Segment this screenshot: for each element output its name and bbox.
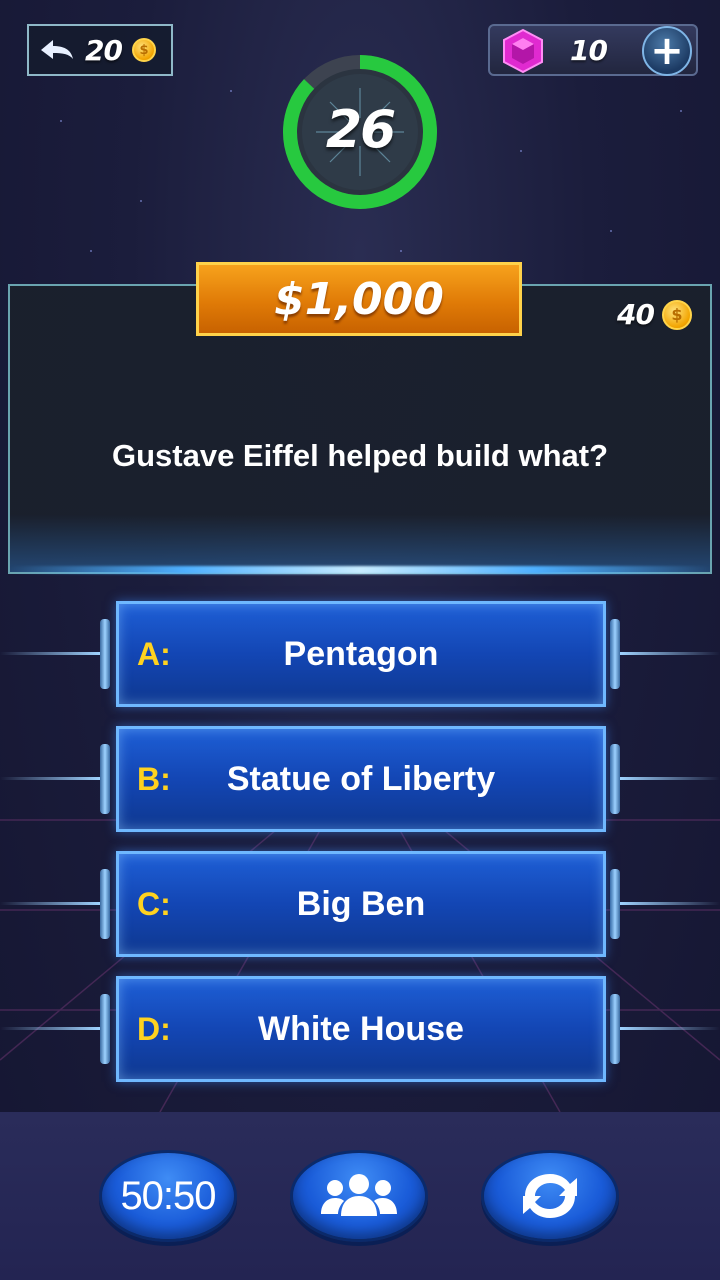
answer-option-a[interactable]: Pentagon A: — [116, 601, 606, 707]
add-gems-button[interactable]: + — [642, 26, 692, 76]
answer-letter: A: — [137, 635, 171, 672]
switch-question-button[interactable] — [481, 1150, 619, 1242]
answer-cap-right — [610, 619, 620, 689]
gem-icon — [503, 28, 543, 74]
answer-connector-left — [0, 777, 100, 780]
coin-reward-value: 40 — [617, 298, 655, 331]
plus-icon: + — [650, 28, 684, 74]
answer-cap-left — [100, 994, 110, 1064]
gem-counter: 10 + — [488, 24, 698, 76]
back-coins-button[interactable]: 20 $ — [27, 24, 173, 76]
fifty-fifty-label: 50:50 — [120, 1173, 216, 1218]
answer-cap-right — [610, 869, 620, 939]
coin-icon: $ — [662, 299, 692, 330]
answer-letter: C: — [137, 885, 171, 922]
answer-cap-left — [100, 869, 110, 939]
timer-seconds: 26 — [325, 100, 396, 160]
answer-connector-left — [0, 1027, 100, 1030]
answer-connector-right — [620, 777, 720, 780]
answer-connector-right — [620, 902, 720, 905]
answer-connector-right — [620, 1027, 720, 1030]
answer-connector-left — [0, 902, 100, 905]
gem-count: 10 — [570, 34, 608, 67]
answer-cap-left — [100, 744, 110, 814]
switch-question-icon — [523, 1174, 577, 1218]
prize-banner: $1,000 — [196, 262, 522, 336]
audience-icon — [321, 1174, 397, 1216]
answer-cap-right — [610, 994, 620, 1064]
prize-amount: $1,000 — [274, 273, 444, 325]
back-coin-count: 20 — [85, 33, 123, 67]
ask-audience-button[interactable] — [290, 1150, 428, 1242]
answer-text: White House — [258, 1009, 464, 1048]
answer-text: Statue of Liberty — [226, 759, 496, 798]
answer-letter: D: — [137, 1010, 171, 1047]
countdown-timer: 26 — [276, 48, 444, 216]
answer-text: Big Ben — [296, 884, 426, 923]
answer-option-b[interactable]: Statue of Liberty B: — [116, 726, 606, 832]
answer-connector-right — [620, 652, 720, 655]
answer-option-d[interactable]: White House D: — [116, 976, 606, 1082]
panel-glow — [10, 566, 710, 574]
answer-connector-left — [0, 652, 100, 655]
answer-text: Pentagon — [283, 634, 439, 673]
answer-cap-right — [610, 744, 620, 814]
question-coin-reward: 40 $ — [617, 298, 692, 331]
answer-letter: B: — [137, 760, 171, 797]
answer-cap-left — [100, 619, 110, 689]
question-text: Gustave Eiffel helped build what? — [111, 438, 609, 473]
fifty-fifty-button[interactable]: 50:50 — [99, 1150, 237, 1242]
coin-icon: $ — [131, 38, 156, 62]
back-arrow-icon — [41, 40, 73, 59]
answer-option-c[interactable]: Big Ben C: — [116, 851, 606, 957]
